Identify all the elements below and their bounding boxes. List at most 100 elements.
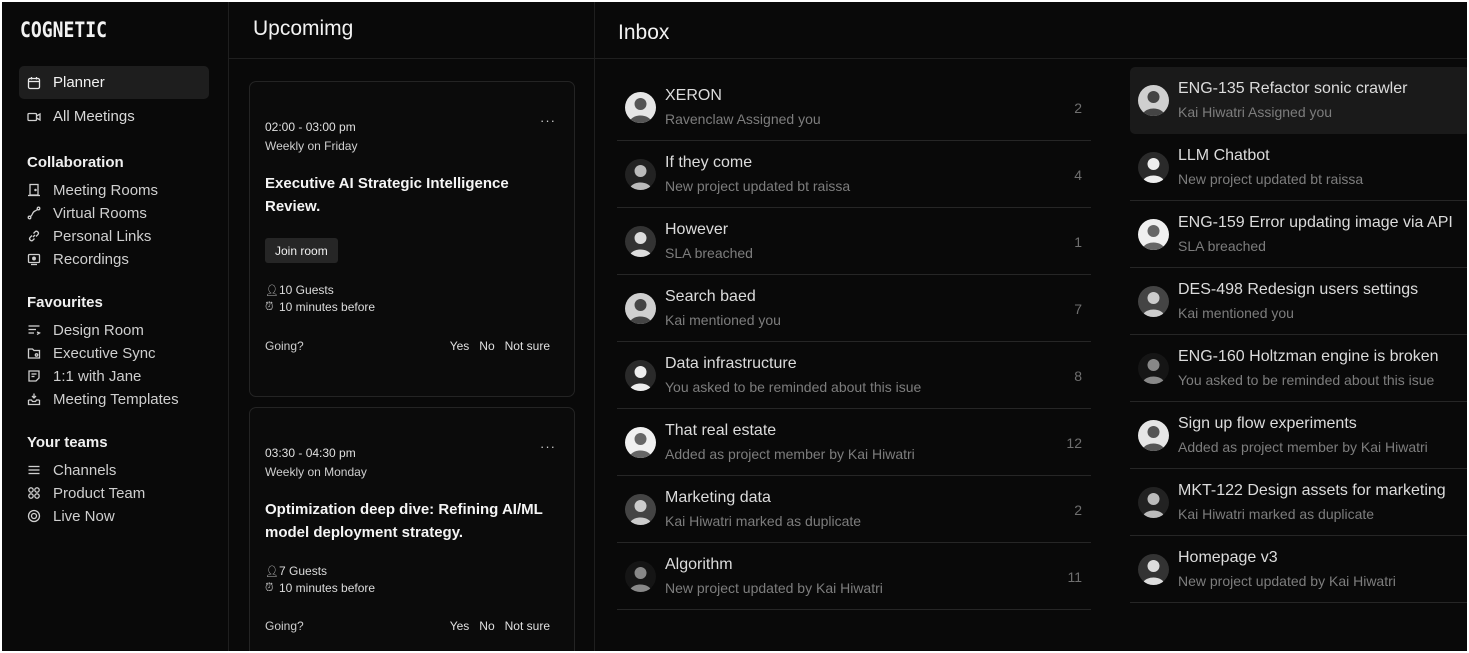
user-icon: 👤︎: [265, 284, 279, 297]
upcoming-panel: Upcomimg ··· 02:00 - 03:00 pm Weekly on …: [229, 2, 595, 651]
avatar: [1138, 286, 1169, 317]
inbox-item-title: Marketing data: [665, 489, 771, 506]
inbox-item[interactable]: Sign up flow experiments Added as project…: [1130, 402, 1467, 469]
inbox-item[interactable]: Homepage v3 New project updated by Kai Hi…: [1130, 536, 1467, 603]
calendar-icon: [27, 76, 41, 90]
rsvp-options: Yes No Not sure: [450, 339, 550, 353]
avatar: [625, 226, 656, 257]
sidebar-item-meeting-templates[interactable]: Meeting Templates: [27, 388, 179, 410]
sidebar-item-label: Executive Sync: [53, 344, 156, 362]
avatar: [1138, 554, 1169, 585]
alarm-icon: ⏰︎: [265, 581, 274, 594]
sidebar-item-executive-sync[interactable]: Executive Sync: [27, 342, 156, 364]
more-options-icon[interactable]: ···: [540, 113, 556, 128]
inbox-item-count: 1: [1074, 234, 1082, 250]
inbox-item-subtitle: Kai mentioned you: [1178, 305, 1294, 321]
app-window: COGNETIC Planner All Meetings Collaborat…: [2, 2, 1467, 651]
sidebar-item-virtual-rooms[interactable]: Virtual Rooms: [27, 202, 147, 224]
inbox-item-subtitle: New project updated bt raissa: [665, 178, 851, 194]
nav-planner[interactable]: Planner: [19, 66, 209, 99]
reminder-text: 10 minutes before: [279, 581, 376, 595]
sidebar: COGNETIC Planner All Meetings Collaborat…: [2, 2, 229, 651]
avatar: [625, 494, 656, 525]
meeting-recurrence: Weekly on Monday: [265, 465, 367, 479]
inbox-item-title: Homepage v3: [1178, 549, 1278, 566]
inbox-item-subtitle: Added as project member by Kai Hiwatri: [665, 446, 915, 462]
sidebar-item-personal-links[interactable]: Personal Links: [27, 225, 151, 247]
inbox-item[interactable]: DES-498 Redesign users settings Kai menti…: [1130, 268, 1467, 335]
inbox-item[interactable]: XERON Ravenclaw Assigned you 2: [617, 74, 1091, 141]
sidebar-item-meeting-rooms[interactable]: Meeting Rooms: [27, 179, 158, 201]
inbox-item-title: However: [665, 221, 729, 238]
inbox-item-title: DES-498 Redesign users settings: [1178, 281, 1419, 298]
alarm-icon: ⏰︎: [265, 300, 274, 313]
avatar: [625, 561, 656, 592]
sidebar-item-design-room[interactable]: Design Room: [27, 319, 144, 341]
sidebar-item-live-now[interactable]: Live Now: [27, 505, 115, 527]
sidebar-item-label: Product Team: [53, 484, 146, 502]
inbox-item[interactable]: Marketing data Kai Hiwatri marked as dupl…: [617, 476, 1091, 543]
inbox-item[interactable]: Search baed Kai mentioned you 7: [617, 275, 1091, 342]
sidebar-item-recordings[interactable]: Recordings: [27, 248, 129, 270]
inbox-item[interactable]: ENG-159 Error updating image via API SLA …: [1130, 201, 1467, 268]
avatar: [625, 293, 656, 324]
avatar: [1138, 152, 1169, 183]
inbox-item-subtitle: Kai Hiwatri marked as duplicate: [1178, 506, 1375, 522]
avatar: [625, 427, 656, 458]
avatar: [1138, 219, 1169, 250]
inbox-item[interactable]: However SLA breached 1: [617, 208, 1091, 275]
inbox-item-count: 7: [1074, 301, 1082, 317]
avatar: [1138, 487, 1169, 518]
meeting-card[interactable]: ··· 02:00 - 03:00 pm Weekly on Friday Ex…: [249, 81, 575, 397]
inbox-item[interactable]: That real estate Added as project member …: [617, 409, 1091, 476]
inbox-item-title: LLM Chatbot: [1178, 147, 1270, 164]
avatar: [625, 92, 656, 123]
inbox-item-subtitle: SLA breached: [665, 245, 753, 261]
inbox-item-count: 2: [1074, 502, 1082, 518]
sidebar-item-product-team[interactable]: Product Team: [27, 482, 145, 504]
inbox-item-title: Algorithm: [665, 556, 733, 573]
inbox-item[interactable]: ENG-135 Refactor sonic crawler Kai Hiwatr…: [1130, 67, 1467, 134]
rsvp-not-sure-button[interactable]: Not sure: [505, 619, 550, 633]
nav-all-meetings[interactable]: All Meetings: [19, 100, 209, 133]
rsvp-yes-button[interactable]: Yes: [450, 339, 470, 353]
join-room-button[interactable]: Join room: [265, 238, 338, 263]
inbox-item[interactable]: MKT-122 Design assets for marketing Kai H…: [1130, 469, 1467, 536]
rsvp-no-button[interactable]: No: [479, 339, 494, 353]
sidebar-item-channels[interactable]: Channels: [27, 459, 116, 481]
inbox-item-title: Sign up flow experiments: [1178, 415, 1357, 432]
inbox-item-subtitle: You asked to be reminded about this isue: [665, 379, 922, 395]
section-your-teams: Your teams: [27, 434, 108, 451]
upcoming-header: Upcomimg: [229, 2, 594, 59]
recording-icon: [27, 252, 41, 266]
meeting-card[interactable]: ··· 03:30 - 04:30 pm Weekly on Monday Op…: [249, 407, 575, 651]
inbox-item-title: That real estate: [665, 422, 777, 439]
avatar: [625, 159, 656, 190]
nav-label: Planner: [53, 74, 105, 91]
inbox-item[interactable]: ENG-160 Holtzman engine is broken You ask…: [1130, 335, 1467, 402]
avatar: [625, 360, 656, 391]
inbox-item-count: 2: [1074, 100, 1082, 116]
inbox-item-title: ENG-159 Error updating image via API: [1178, 214, 1453, 231]
inbox-item[interactable]: If they come New project updated bt raiss…: [617, 141, 1091, 208]
link-icon: [27, 229, 41, 243]
inbox-item-count: 11: [1067, 569, 1082, 585]
inbox-item[interactable]: Algorithm New project updated by Kai Hiwa…: [617, 543, 1091, 610]
app-logo: COGNETIC: [20, 18, 107, 42]
rsvp-not-sure-button[interactable]: Not sure: [505, 339, 550, 353]
sidebar-item-label: Live Now: [53, 507, 115, 525]
inbox-item[interactable]: Data infrastructure You asked to be remin…: [617, 342, 1091, 409]
sidebar-item-one-on-one[interactable]: 1:1 with Jane: [27, 365, 141, 387]
going-label: Going?: [265, 339, 304, 353]
menu-icon: [27, 463, 41, 477]
rsvp-no-button[interactable]: No: [479, 619, 494, 633]
inbox-item[interactable]: LLM Chatbot New project updated bt raissa: [1130, 134, 1467, 201]
rsvp-yes-button[interactable]: Yes: [450, 619, 470, 633]
more-options-icon[interactable]: ···: [540, 439, 556, 454]
guests-count: 10 Guests: [279, 283, 334, 297]
inbox-item-subtitle: Kai Hiwatri marked as duplicate: [665, 513, 862, 529]
meeting-time: 02:00 - 03:00 pm: [265, 120, 356, 134]
inbox-item-subtitle: Added as project member by Kai Hiwatri: [1178, 439, 1428, 455]
inbox-item-count: 12: [1066, 435, 1082, 451]
inbox-item-title: Data infrastructure: [665, 355, 797, 372]
